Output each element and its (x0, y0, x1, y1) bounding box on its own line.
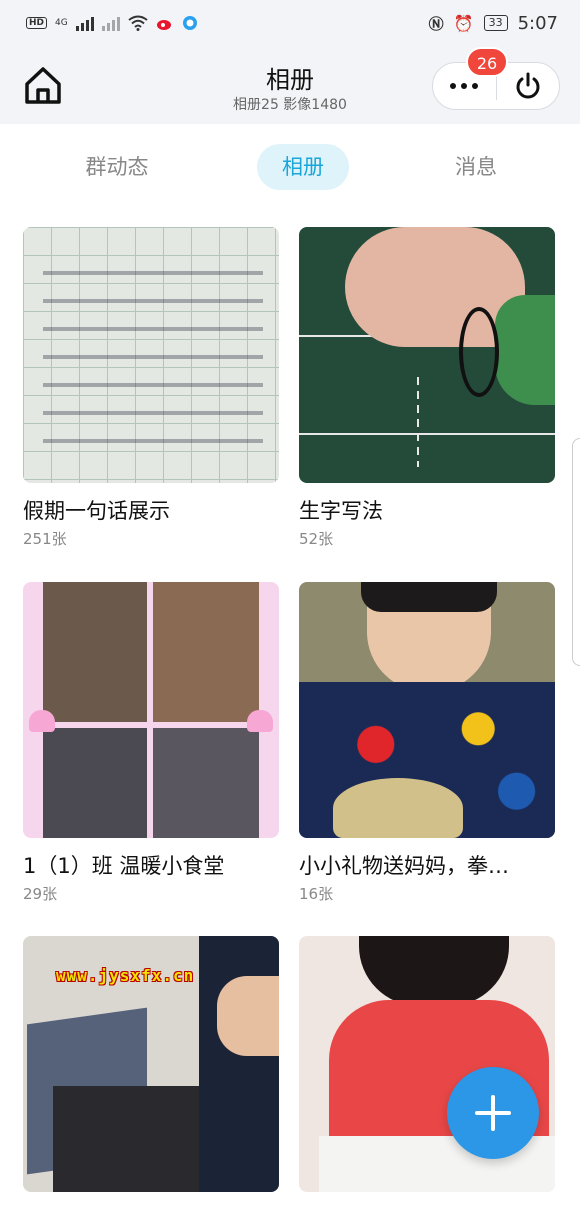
plus-icon (475, 1095, 511, 1131)
signal-icon (75, 15, 94, 31)
album-cover[interactable] (299, 582, 555, 838)
weibo-icon (156, 20, 171, 30)
app-notification-icon (182, 16, 197, 30)
side-handle[interactable] (572, 438, 580, 666)
album-title: 1（1）班 温暖小食堂 (23, 854, 225, 878)
album-count: 251张 (23, 530, 67, 548)
album-card[interactable] (299, 936, 555, 1192)
battery-icon: 33 (483, 15, 508, 31)
close-button[interactable] (496, 63, 559, 109)
album-cover[interactable] (23, 582, 279, 838)
tab-group-feed[interactable]: 群动态 (62, 144, 172, 190)
album-count: 52张 (299, 530, 334, 548)
alarm-icon: ⏰ (453, 13, 474, 33)
album-cover[interactable] (23, 227, 279, 483)
album-title: 假期一句话展示 (23, 499, 170, 523)
album-title: 生字写法 (299, 499, 383, 523)
network-type: 4G (55, 18, 68, 28)
album-card[interactable]: 假期一句话展示 251张 (23, 227, 279, 549)
clock: 5:07 (517, 12, 558, 34)
album-title: 小小礼物送妈妈，拳… (299, 854, 509, 878)
power-icon (516, 72, 540, 99)
album-card[interactable]: 1（1）班 温暖小食堂 29张 (23, 582, 279, 904)
signal-2-icon (101, 15, 120, 31)
tab-albums[interactable]: 相册 (257, 144, 349, 190)
nfc-icon: Ⓝ (428, 14, 444, 33)
album-cover[interactable] (299, 227, 555, 483)
add-album-button[interactable] (447, 1067, 539, 1159)
album-cover[interactable] (299, 936, 555, 1192)
status-bar: HD 4G Ⓝ ⏰ 33 5:07 (0, 0, 580, 46)
tab-messages[interactable]: 消息 (432, 144, 520, 190)
hd-indicator: HD (26, 17, 48, 29)
tab-bar: 群动态 相册 消息 (0, 124, 580, 214)
album-card[interactable]: 生字写法 52张 (299, 227, 555, 549)
wifi-icon (128, 15, 148, 31)
album-count: 29张 (23, 885, 58, 903)
more-dots-icon (450, 83, 479, 89)
album-card[interactable]: 小小礼物送妈妈，拳… 16张 (299, 582, 555, 904)
album-count: 16张 (299, 885, 334, 903)
watermark: www.jysxfx.cn (56, 966, 195, 985)
notification-badge: 26 (466, 47, 508, 77)
